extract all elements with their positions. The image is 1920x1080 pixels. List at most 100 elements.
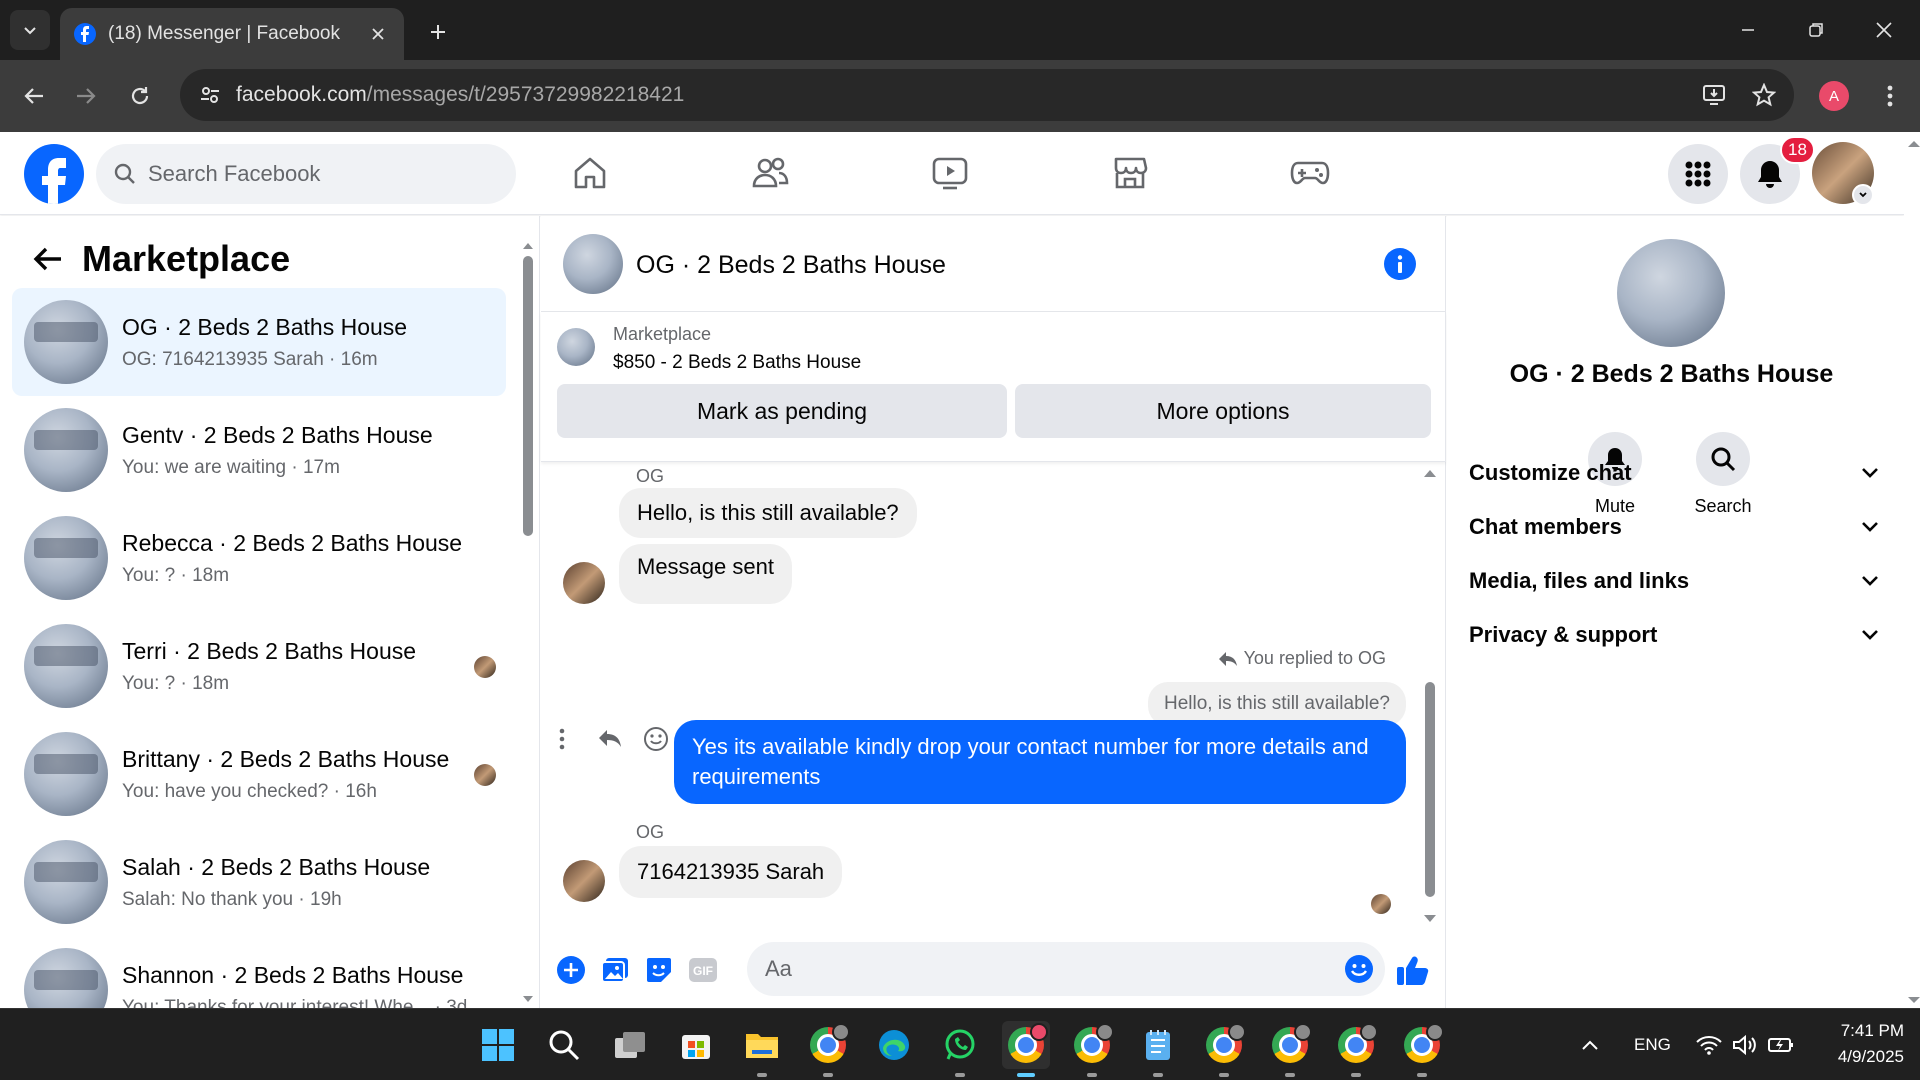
emoji-icon[interactable] — [1343, 953, 1375, 985]
close-tab-icon[interactable] — [366, 22, 390, 46]
whatsapp-icon[interactable] — [936, 1021, 984, 1077]
nav-gaming-icon[interactable] — [1255, 140, 1365, 206]
sidebar-scrollbar[interactable] — [522, 240, 534, 1005]
nav-marketplace-icon[interactable] — [1075, 140, 1185, 206]
incoming-message[interactable]: Hello, is this still available? — [619, 488, 917, 538]
reply-indicator-text: You replied to OG — [1243, 648, 1386, 668]
conversation-text: Gentv · 2 Beds 2 Baths House You: we are … — [122, 422, 433, 479]
conversation-item[interactable]: OG · 2 Beds 2 Baths House OG: 7164213935 … — [12, 288, 506, 396]
more-actions-plus-icon[interactable] — [549, 948, 593, 992]
nav-video-icon[interactable] — [895, 140, 1005, 206]
listing-title[interactable]: $850 - 2 Beds 2 Baths House — [613, 352, 861, 374]
message-thread: OG Hello, is this still available? Messa… — [541, 462, 1446, 926]
tab-search-button[interactable] — [10, 10, 50, 50]
clock-date[interactable]: 4/9/2025 — [1814, 1047, 1904, 1067]
battery-icon[interactable] — [1764, 1021, 1798, 1069]
task-view-icon[interactable] — [606, 1021, 654, 1069]
reply-icon[interactable] — [597, 728, 623, 750]
mark-as-pending-button[interactable]: Mark as pending — [557, 384, 1007, 438]
volume-icon[interactable] — [1728, 1021, 1762, 1069]
outgoing-message[interactable]: Yes its available kindly drop your conta… — [674, 720, 1406, 804]
minimize-button[interactable] — [1714, 0, 1782, 60]
conversation-item[interactable]: Shannon · 2 Beds 2 Baths House You: Thank… — [12, 936, 506, 1008]
thread-scrollbar[interactable] — [1423, 466, 1437, 926]
thumbs-up-icon[interactable] — [1391, 948, 1435, 992]
file-explorer-icon[interactable] — [738, 1021, 786, 1077]
incoming-message[interactable]: Message sent — [619, 544, 792, 604]
chat-title[interactable]: OG · 2 Beds 2 Baths House — [636, 251, 946, 280]
conversation-info-button[interactable] — [1384, 248, 1416, 280]
conversation-item[interactable]: Salah · 2 Beds 2 Baths House Salah: No th… — [12, 828, 506, 936]
sidebar-scroll-thumb[interactable] — [523, 256, 533, 536]
nav-home-icon[interactable] — [535, 140, 645, 206]
wifi-icon[interactable] — [1692, 1021, 1726, 1069]
conversation-item[interactable]: Terri · 2 Beds 2 Baths House You: ? · 18m — [12, 612, 506, 720]
new-tab-button[interactable] — [420, 14, 456, 50]
site-settings-icon[interactable] — [190, 75, 230, 115]
chrome-taskbar-icon[interactable] — [1332, 1021, 1380, 1077]
back-button[interactable] — [14, 76, 54, 116]
edge-icon[interactable] — [870, 1021, 918, 1069]
microsoft-store-icon[interactable] — [672, 1021, 720, 1069]
conversation-item[interactable]: Gentv · 2 Beds 2 Baths House You: we are … — [12, 396, 506, 504]
conversation-name: Shannon · 2 Beds 2 Baths House — [122, 961, 464, 988]
section-media-files-links[interactable]: Media, files and links — [1469, 556, 1879, 606]
bookmark-star-icon[interactable] — [1744, 75, 1784, 115]
chrome-taskbar-icon[interactable] — [1068, 1021, 1116, 1077]
menu-grid-button[interactable] — [1668, 144, 1728, 204]
windows-taskbar: ENG 7:41 PM 4/9/2025 — [0, 1008, 1920, 1080]
chrome-taskbar-icon[interactable] — [804, 1021, 852, 1077]
sidebar-back-button[interactable] — [28, 239, 68, 279]
more-vertical-icon[interactable] — [559, 728, 565, 750]
clock-time[interactable]: 7:41 PM — [1824, 1021, 1904, 1041]
chat-header: OG · 2 Beds 2 Baths House — [541, 216, 1446, 312]
listing-thumbnail[interactable] — [557, 328, 595, 366]
nav-friends-icon[interactable] — [715, 140, 825, 206]
chrome-menu-button[interactable] — [1870, 76, 1910, 116]
bell-icon — [1758, 161, 1782, 188]
address-bar[interactable]: facebook.com/messages/t/2957372998221842… — [180, 69, 1794, 121]
install-app-icon[interactable] — [1694, 75, 1734, 115]
restore-button[interactable] — [1782, 0, 1850, 60]
input-language[interactable]: ENG — [1634, 1035, 1671, 1055]
page-scrollbar[interactable] — [1904, 132, 1920, 1008]
message-input[interactable] — [765, 956, 1325, 982]
facebook-logo-icon[interactable] — [24, 144, 84, 204]
close-window-button[interactable] — [1850, 0, 1918, 60]
facebook-search-box[interactable] — [96, 144, 516, 204]
gif-icon[interactable]: GIF — [681, 948, 725, 992]
details-avatar[interactable] — [1617, 239, 1725, 347]
chat-avatar[interactable] — [563, 234, 623, 294]
account-menu-chevron-icon[interactable] — [1852, 184, 1874, 206]
chrome-icon — [810, 1023, 850, 1063]
section-chat-members[interactable]: Chat members — [1469, 502, 1879, 552]
attach-photo-icon[interactable] — [593, 948, 637, 992]
message-input-box[interactable] — [747, 942, 1385, 996]
incoming-message[interactable]: 7164213935 Sarah — [619, 846, 843, 898]
sender-avatar[interactable] — [563, 562, 605, 604]
facebook-search-input[interactable] — [148, 161, 488, 187]
more-options-button[interactable]: More options — [1015, 384, 1431, 438]
conversation-item[interactable]: Brittany · 2 Beds 2 Baths House You: have… — [12, 720, 506, 828]
conversation-item[interactable]: Rebecca · 2 Beds 2 Baths House You: ? · 1… — [12, 504, 506, 612]
section-customize-chat[interactable]: Customize chat — [1469, 448, 1879, 498]
chrome-profile-avatar[interactable]: A — [1819, 81, 1849, 111]
chrome-taskbar-icon-active[interactable] — [1002, 1021, 1050, 1077]
chat-panel: OG · 2 Beds 2 Baths House Marketplace $8… — [541, 216, 1446, 1008]
browser-tab[interactable]: (18) Messenger | Facebook — [60, 8, 404, 60]
sender-avatar[interactable] — [563, 860, 605, 902]
chrome-taskbar-icon[interactable] — [1266, 1021, 1314, 1077]
chrome-taskbar-icon[interactable] — [1200, 1021, 1248, 1077]
sticker-icon[interactable] — [637, 948, 681, 992]
chrome-taskbar-icon[interactable] — [1398, 1021, 1446, 1077]
thread-scroll-thumb[interactable] — [1425, 682, 1435, 897]
forward-button[interactable] — [66, 76, 106, 116]
windows-search-icon[interactable] — [540, 1021, 588, 1069]
react-emoji-icon[interactable] — [643, 726, 669, 752]
section-privacy-support[interactable]: Privacy & support — [1469, 610, 1879, 660]
windows-start-icon[interactable] — [474, 1021, 522, 1069]
notepad-icon[interactable] — [1134, 1021, 1182, 1077]
reload-button[interactable] — [120, 76, 160, 116]
show-hidden-icons-chevron-icon[interactable] — [1570, 1021, 1610, 1069]
conversation-text: OG · 2 Beds 2 Baths House OG: 7164213935 … — [122, 314, 407, 371]
